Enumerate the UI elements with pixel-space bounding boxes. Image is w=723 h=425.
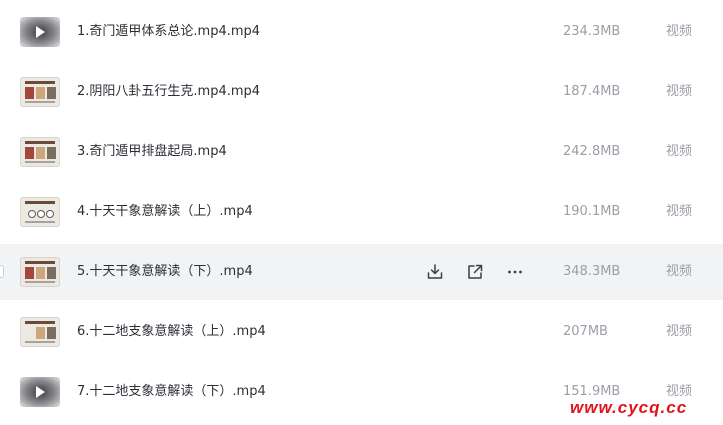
play-icon [36, 386, 45, 398]
file-row[interactable]: 2.阴阳八卦五行生克.mp4.mp4 187.4MB 视频 [0, 64, 723, 120]
video-thumbnail[interactable] [20, 137, 60, 167]
file-size: 190.1MB [563, 204, 621, 219]
file-row[interactable]: 1.奇门遁甲体系总论.mp4.mp4 234.3MB 视频 [0, 4, 723, 60]
file-type: 视频 [666, 84, 693, 99]
file-name[interactable]: 2.阴阳八卦五行生克.mp4.mp4 [77, 82, 260, 102]
file-name[interactable]: 7.十二地支象意解读（下）.mp4 [77, 382, 266, 402]
video-thumbnail[interactable] [20, 17, 60, 47]
video-thumbnail[interactable] [20, 377, 60, 407]
file-type: 视频 [666, 204, 693, 219]
file-size: 207MB [563, 324, 608, 339]
file-name[interactable]: 3.奇门遁甲排盘起局.mp4 [77, 142, 227, 162]
file-name[interactable]: 5.十天干象意解读（下）.mp4 [77, 262, 253, 282]
file-row[interactable]: 5.十天干象意解读（下）.mp4 348.3MB 视频 [0, 244, 723, 300]
video-thumbnail[interactable] [20, 317, 60, 347]
video-thumbnail[interactable] [20, 197, 60, 227]
share-button[interactable] [464, 261, 486, 283]
video-thumbnail[interactable] [20, 257, 60, 287]
download-button[interactable] [424, 261, 446, 283]
file-type: 视频 [666, 24, 693, 39]
file-size: 234.3MB [563, 24, 621, 39]
video-thumbnail[interactable] [20, 77, 60, 107]
share-icon [468, 264, 483, 279]
watermark: www.cycq.cc [570, 398, 688, 417]
file-row[interactable]: 6.十二地支象意解读（上）.mp4 207MB 视频 [0, 304, 723, 360]
file-row[interactable]: 4.十天干象意解读（上）.mp4 190.1MB 视频 [0, 184, 723, 240]
file-row[interactable]: 3.奇门遁甲排盘起局.mp4 242.8MB 视频 [0, 124, 723, 180]
download-icon [427, 264, 443, 279]
file-size: 348.3MB [563, 264, 621, 279]
more-button[interactable] [504, 261, 526, 283]
file-name[interactable]: 1.奇门遁甲体系总论.mp4.mp4 [77, 22, 260, 42]
file-type: 视频 [666, 264, 693, 279]
play-icon [36, 26, 45, 38]
file-size: 242.8MB [563, 144, 621, 159]
row-checkbox[interactable] [0, 265, 4, 278]
file-name[interactable]: 4.十天干象意解读（上）.mp4 [77, 202, 253, 222]
file-size: 187.4MB [563, 84, 621, 99]
file-name[interactable]: 6.十二地支象意解读（上）.mp4 [77, 322, 266, 342]
more-icon [508, 270, 522, 274]
file-type: 视频 [666, 324, 693, 339]
file-type: 视频 [666, 144, 693, 159]
